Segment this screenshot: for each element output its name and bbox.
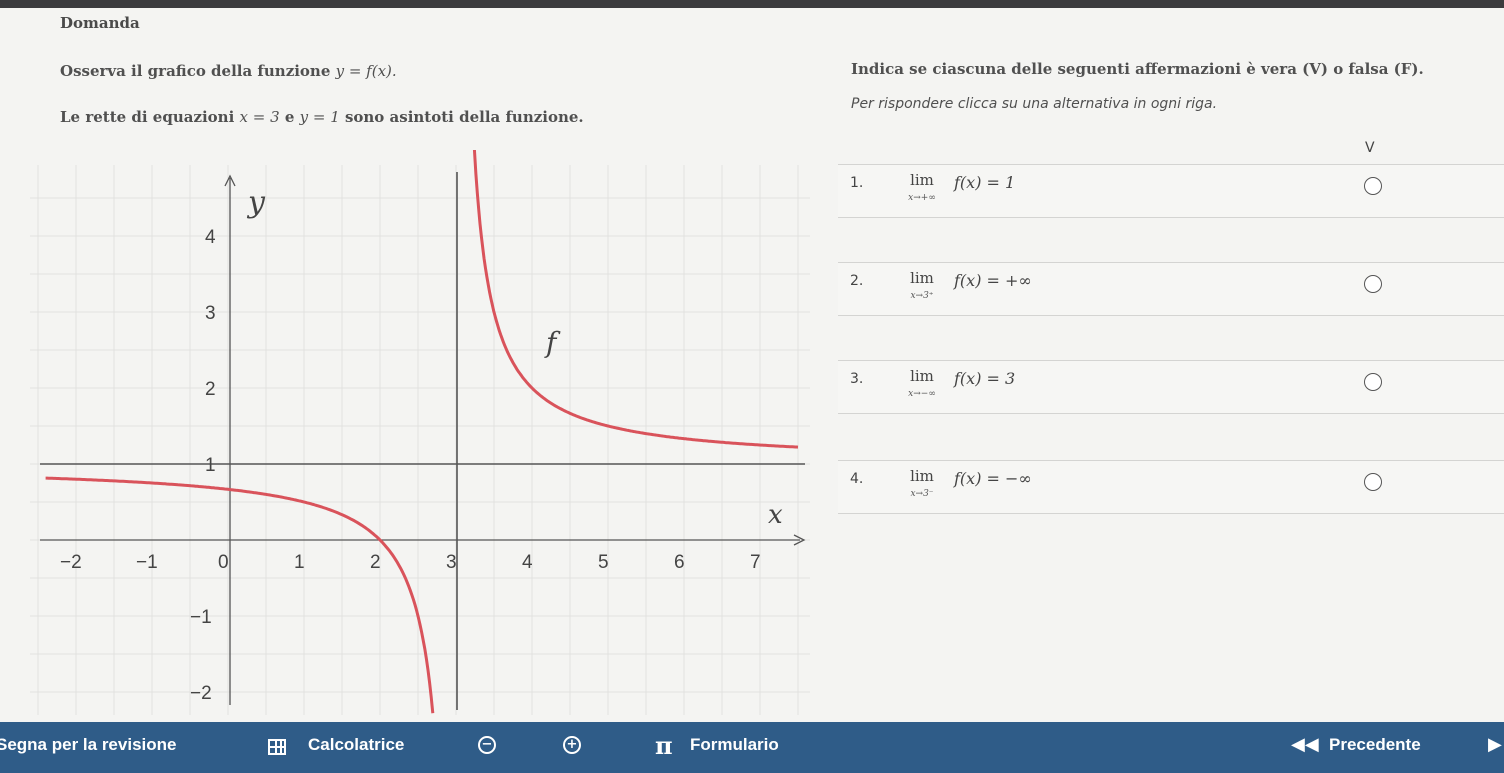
y-tick-label: −1 [190,607,212,628]
section-title: Domanda [60,14,140,32]
question-line-1-text: Osserva il grafico della funzione [60,62,336,80]
calculator-icon[interactable] [268,739,286,755]
top-strip [0,0,1504,8]
x-tick-label: 0 [218,552,229,573]
calculator-button[interactable]: Calcolatrice [308,735,404,755]
question-line-2-b: e [279,108,300,126]
x-tick-label: 2 [370,552,381,573]
question-line-1: Osserva il grafico della funzione y = f(… [60,62,397,80]
statement-lim: lim [910,367,934,385]
function-graph: −2 −1 0 1 2 3 4 5 6 7 4 3 2 1 −1 −2 x y f [30,150,810,715]
statement-lim-subscript: x→−∞ [908,389,936,399]
question-line-2: Le rette di equazioni x = 3 e y = 1 sono… [60,108,584,126]
question-line-2-c: sono asintoti della funzione. [339,108,584,126]
x-tick-labels: −2 −1 0 1 2 3 4 5 6 7 [60,552,761,573]
statement-number: 2. [850,273,864,289]
statement-expression: f(x) = −∞ [954,469,1032,488]
pi-icon: π [655,731,673,760]
question-line-1-math: y = f(x). [335,62,397,80]
x-axis-label: x [768,500,783,530]
zoom-in-icon[interactable]: + [563,736,581,754]
statement-expression: f(x) = +∞ [954,271,1032,290]
statement-lim-subscript: x→+∞ [908,193,936,203]
radio-true-2[interactable] [1364,275,1382,293]
y-tick-label: 1 [205,455,216,476]
statement-lim: lim [910,171,934,189]
radio-true-3[interactable] [1364,373,1382,391]
statement-expression: f(x) = 3 [954,369,1016,388]
previous-icon[interactable]: ◀◀ [1291,734,1319,755]
y-tick-label: 3 [205,303,216,324]
x-tick-label: −1 [136,552,158,573]
x-tick-label: 1 [294,552,305,573]
mark-for-review-button[interactable]: Segna per la revisione [0,735,176,755]
asymptote-y-eq: y = 1 [299,108,340,126]
x-tick-label: 3 [446,552,457,573]
y-tick-label: 4 [205,227,216,248]
statement-lim: lim [910,269,934,287]
asymptote-x-eq: x = 3 [239,108,280,126]
graph-grid [30,165,810,715]
x-tick-label: 5 [598,552,609,573]
x-tick-label: 6 [674,552,685,573]
statement-lim-subscript: x→3⁺ [910,291,934,301]
statement-number: 4. [850,471,864,487]
y-tick-label: 2 [205,379,216,400]
instructions-main: Indica se ciascuna delle seguenti afferm… [851,60,1424,78]
statement-expression: f(x) = 1 [954,173,1016,192]
function-label: f [544,326,561,359]
instructions-hint: Per rispondere clicca su una alternativa… [851,96,1218,112]
x-tick-label: 4 [522,552,533,573]
previous-button[interactable]: Precedente [1329,735,1421,755]
next-icon[interactable]: ▶ [1488,734,1502,755]
column-header-v: V [1365,140,1375,156]
x-tick-label: −2 [60,552,82,573]
x-tick-label: 7 [750,552,761,573]
statement-lim: lim [910,467,934,485]
y-axis-label: y [246,185,266,220]
statement-number: 3. [850,371,864,387]
statement-row-1: 1. lim x→+∞ f(x) = 1 [838,164,1504,218]
radio-true-1[interactable] [1364,177,1382,195]
zoom-out-icon[interactable]: − [478,736,496,754]
y-tick-label: −2 [190,683,212,704]
formulary-button[interactable]: Formulario [690,735,779,755]
function-curve-right-branch [472,150,799,449]
y-tick-labels: 4 3 2 1 −1 −2 [190,227,216,704]
statement-row-2: 2. lim x→3⁺ f(x) = +∞ [838,262,1504,316]
bottom-toolbar: Segna per la revisione Calcolatrice − + … [0,722,1504,773]
statement-row-4: 4. lim x→3⁻ f(x) = −∞ [838,460,1504,514]
statement-lim-subscript: x→3⁻ [910,489,934,499]
question-line-2-a: Le rette di equazioni [60,108,240,126]
statement-number: 1. [850,175,864,191]
radio-true-4[interactable] [1364,473,1382,491]
function-curve-left-branch [45,476,435,714]
statement-row-3: 3. lim x→−∞ f(x) = 3 [838,360,1504,414]
